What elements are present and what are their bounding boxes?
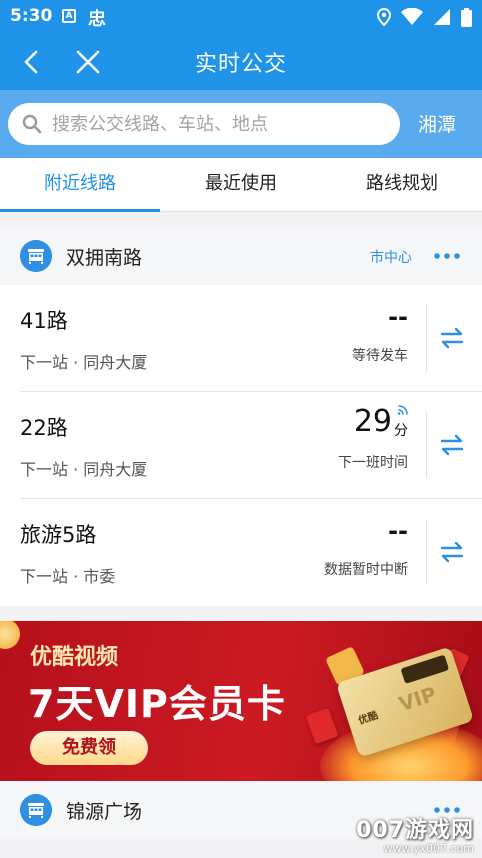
watermark: 007游戏网 www.yx007.com bbox=[356, 812, 474, 855]
app-bar: 实时公交 bbox=[0, 34, 482, 90]
search-icon bbox=[22, 114, 42, 134]
search-input[interactable] bbox=[52, 109, 382, 139]
ad-claim-button[interactable]: 免费领 bbox=[30, 731, 148, 765]
route-next-stop: 下一站 · 同舟大厦 bbox=[20, 353, 148, 372]
route-row[interactable]: 旅游5路 下一站 · 市委 -- 数据暂时中断 bbox=[0, 499, 482, 606]
card-chip bbox=[400, 654, 450, 684]
route-eta: 29 bbox=[353, 404, 392, 439]
ad-offer: 7天VIP会员卡 bbox=[28, 682, 286, 726]
card-vip-text: VIP bbox=[395, 681, 440, 717]
ad-brand: 优酷视频 bbox=[30, 645, 119, 670]
battery-icon bbox=[461, 7, 472, 27]
route-eta-unit: 分 bbox=[394, 423, 408, 439]
tab-nearby-lines[interactable]: 附近线路 bbox=[0, 158, 160, 212]
search-area: 湘潭 bbox=[0, 90, 482, 158]
route-next-stop: 下一站 · 同舟大厦 bbox=[20, 460, 148, 479]
route-eta-status: 数据暂时中断 bbox=[324, 562, 408, 578]
station-name: 锦源广场 bbox=[66, 801, 143, 823]
realtime-signal-icon bbox=[397, 405, 408, 415]
route-name: 41路 bbox=[20, 309, 68, 333]
location-icon bbox=[377, 8, 391, 26]
station-name: 双拥南路 bbox=[66, 247, 143, 269]
tab-recent[interactable]: 最近使用 bbox=[161, 158, 321, 212]
route-row[interactable]: 22路 下一站 · 同舟大厦 29 分 下一班时间 bbox=[0, 392, 482, 499]
station-header[interactable]: 双拥南路 市中心 bbox=[0, 227, 482, 285]
route-next-stop: 下一站 · 市委 bbox=[20, 567, 116, 586]
route-eta-status: 下一班时间 bbox=[338, 455, 408, 471]
page-title: 实时公交 bbox=[194, 52, 287, 77]
watermark-title: 007游戏网 bbox=[356, 818, 474, 843]
wifi-icon bbox=[401, 8, 423, 25]
ad-banner[interactable]: 优酷 VIP 优酷视频 7天VIP会员卡 免费领 bbox=[0, 621, 482, 781]
search-box[interactable] bbox=[8, 103, 400, 145]
route-eta: -- bbox=[388, 517, 408, 545]
tab-route-planning[interactable]: 路线规划 bbox=[322, 158, 482, 212]
route-row[interactable]: 41路 下一站 · 同舟大厦 -- 等待发车 bbox=[0, 285, 482, 392]
status-time: 5:30 bbox=[10, 6, 53, 26]
card-logo: 优酷 bbox=[357, 710, 380, 727]
divider bbox=[426, 305, 427, 371]
route-eta: -- bbox=[388, 303, 408, 331]
swap-direction-icon[interactable] bbox=[440, 434, 464, 456]
notification-a-icon: A bbox=[62, 9, 76, 23]
route-eta-status: 等待发车 bbox=[352, 348, 408, 364]
status-bar: 5:30 A 忠 bbox=[0, 0, 482, 34]
city-selector[interactable]: 湘潭 bbox=[418, 110, 456, 137]
red-envelope-decoration bbox=[305, 707, 339, 745]
station-direction: 市中心 bbox=[370, 250, 412, 266]
notification-app-icon: 忠 bbox=[88, 9, 106, 30]
route-name: 旅游5路 bbox=[20, 523, 97, 547]
divider bbox=[426, 519, 427, 585]
cell-signal-icon bbox=[434, 9, 450, 25]
route-name: 22路 bbox=[20, 416, 68, 440]
more-options-icon[interactable] bbox=[434, 253, 460, 259]
swap-direction-icon[interactable] bbox=[440, 327, 464, 349]
coin-decoration bbox=[0, 621, 20, 649]
divider bbox=[426, 412, 427, 478]
bus-stop-icon bbox=[20, 794, 52, 826]
bus-stop-icon bbox=[20, 240, 52, 272]
swap-direction-icon[interactable] bbox=[440, 541, 464, 563]
tab-bar: 附近线路 最近使用 路线规划 bbox=[0, 158, 482, 212]
